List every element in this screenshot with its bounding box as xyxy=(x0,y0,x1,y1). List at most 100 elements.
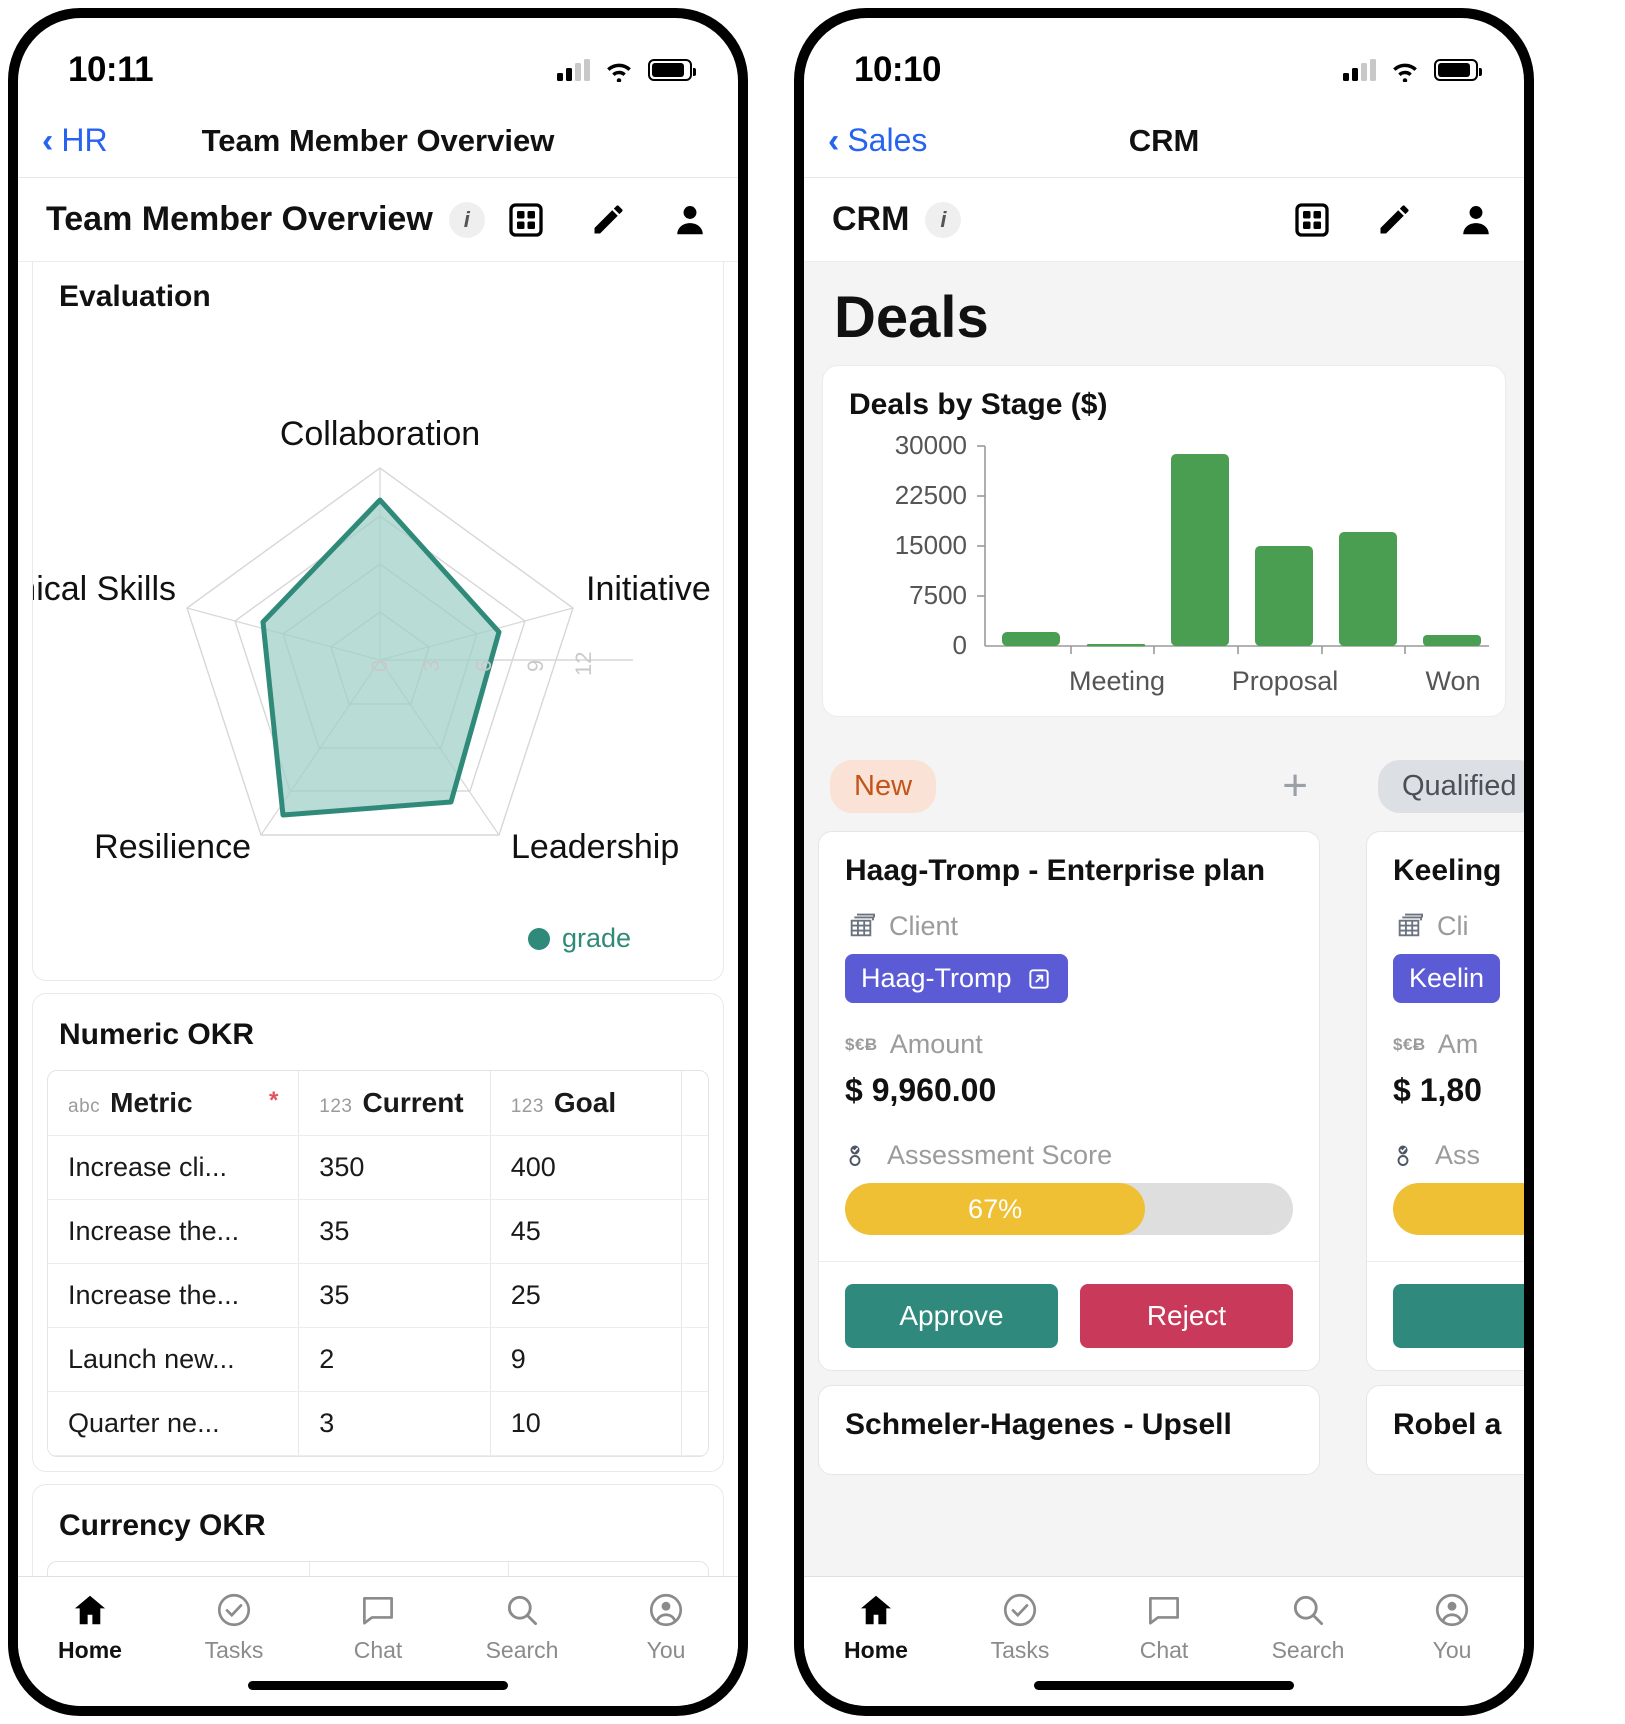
column-header-overflow[interactable] xyxy=(682,1071,708,1136)
radar-tick-6: 6 xyxy=(471,660,496,672)
bar-lead xyxy=(1002,632,1060,646)
tab-you[interactable]: You xyxy=(594,1591,738,1664)
deal-title: Haag-Tromp - Enterprise plan xyxy=(845,854,1293,888)
deal-card-body: Robel a xyxy=(1367,1386,1524,1474)
tab-label: Search xyxy=(486,1637,559,1664)
status-bar-left: 10:11 xyxy=(18,18,738,104)
table-row[interactable]: Quarter ne... 3 10 xyxy=(48,1392,708,1456)
scroll-body-left[interactable]: Evaluation xyxy=(18,262,738,1576)
status-icons xyxy=(557,58,692,82)
radar-tick-3: 3 xyxy=(419,660,444,672)
table-body: Increase cli... 350 400 Increase the... … xyxy=(48,1136,708,1456)
approve-button[interactable]: A xyxy=(1393,1284,1524,1348)
kanban-board[interactable]: New + Haag-Tromp - Enterprise plan xyxy=(804,733,1524,1489)
deal-title: Schmeler-Hagenes - Upsell xyxy=(845,1408,1293,1442)
assessment-progress-fill: 67% xyxy=(845,1183,1145,1235)
cellular-signal-icon xyxy=(557,59,590,81)
info-icon[interactable]: i xyxy=(449,202,485,238)
deal-card[interactable]: Schmeler-Hagenes - Upsell xyxy=(818,1385,1320,1475)
column-label: Metric xyxy=(110,1087,192,1118)
tab-tasks[interactable]: Tasks xyxy=(162,1591,306,1664)
radar-legend: grade xyxy=(528,923,631,954)
scroll-body-right[interactable]: Deals Deals by Stage ($) 30000 22500 150… xyxy=(804,262,1524,1576)
table-header-row: abcMetric* 123Current 123Goal xyxy=(48,1071,708,1136)
table-row[interactable]: Increase cli... 350 400 xyxy=(48,1136,708,1200)
client-link-pill[interactable]: Keelin xyxy=(1393,954,1500,1003)
phone-right: 10:10 ‹ Sales CRM CRM i xyxy=(794,8,1534,1716)
bar-won xyxy=(1423,635,1481,646)
pencil-icon[interactable] xyxy=(588,200,628,240)
plus-icon[interactable]: + xyxy=(1282,764,1326,808)
deal-card[interactable]: Haag-Tromp - Enterprise plan Client xyxy=(818,831,1320,1371)
bar-chart: 30000 22500 15000 7500 0 xyxy=(849,436,1479,706)
stage-chip-qualified[interactable]: Qualified xyxy=(1378,760,1524,813)
tab-label: Chat xyxy=(354,1637,403,1664)
client-link-pill[interactable]: Haag-Tromp xyxy=(845,954,1068,1003)
bar-proposal xyxy=(1255,546,1313,646)
cell-current: 350 xyxy=(299,1136,490,1200)
currency-okr-table[interactable] xyxy=(47,1561,709,1576)
cell-metric: Quarter ne... xyxy=(48,1392,299,1456)
pencil-icon[interactable] xyxy=(1374,200,1414,240)
chat-bubble-icon xyxy=(358,1591,398,1629)
tab-you[interactable]: You xyxy=(1380,1591,1524,1664)
deal-amount: $ 9,960.00 xyxy=(845,1072,1293,1109)
app-bar-right: CRM i xyxy=(804,178,1524,262)
deal-card-body: Schmeler-Hagenes - Upsell xyxy=(819,1386,1319,1474)
nav-title: Team Member Overview xyxy=(18,123,738,159)
deal-card-body: Keeling Cli xyxy=(1367,832,1524,1261)
cell-placeholder xyxy=(509,1562,708,1576)
tab-tasks[interactable]: Tasks xyxy=(948,1591,1092,1664)
tab-chat[interactable]: Chat xyxy=(306,1591,450,1664)
column-type-tag: 123 xyxy=(511,1096,544,1117)
back-button-hr[interactable]: ‹ HR xyxy=(42,122,108,159)
column-header-metric[interactable]: abcMetric* xyxy=(48,1071,299,1136)
tab-search[interactable]: Search xyxy=(450,1591,594,1664)
table-grid-icon xyxy=(1393,910,1425,942)
phone-left-screen: 10:11 ‹ HR Team Member Overview Team Mem… xyxy=(18,18,738,1706)
nav-bar-right: ‹ Sales CRM xyxy=(804,104,1524,178)
column-header-goal[interactable]: 123Goal xyxy=(490,1071,681,1136)
check-circle-icon xyxy=(214,1591,254,1629)
deal-card-actions: A xyxy=(1367,1261,1524,1370)
person-icon[interactable] xyxy=(1456,200,1496,240)
account-circle-icon xyxy=(646,1591,686,1629)
tab-home[interactable]: Home xyxy=(18,1591,162,1664)
xtick-won: Won xyxy=(1425,666,1480,696)
back-button-sales[interactable]: ‹ Sales xyxy=(828,122,927,159)
table-row[interactable]: Increase the... 35 45 xyxy=(48,1200,708,1264)
info-icon[interactable]: i xyxy=(925,202,961,238)
column-header-current[interactable]: 123Current xyxy=(299,1071,490,1136)
deal-card-actions: Approve Reject xyxy=(819,1261,1319,1370)
table-row[interactable]: Increase the... 35 25 xyxy=(48,1264,708,1328)
screenshot-root: 10:11 ‹ HR Team Member Overview Team Mem… xyxy=(0,0,1625,1724)
person-icon[interactable] xyxy=(670,200,710,240)
deal-card[interactable]: Keeling Cli xyxy=(1366,831,1524,1371)
table-row[interactable]: Launch new... 2 9 xyxy=(48,1328,708,1392)
grid-view-icon[interactable] xyxy=(506,200,546,240)
cell-current: 35 xyxy=(299,1200,490,1264)
battery-icon xyxy=(1434,59,1478,81)
deal-card[interactable]: Robel a xyxy=(1366,1385,1524,1475)
radio-list-icon xyxy=(1393,1139,1423,1171)
required-asterisk: * xyxy=(269,1087,278,1115)
field-label-text: Assessment Score xyxy=(887,1140,1112,1171)
chevron-left-icon: ‹ xyxy=(828,124,839,158)
numeric-okr-table[interactable]: abcMetric* 123Current 123Goal xyxy=(47,1070,709,1457)
stage-chip-new[interactable]: New xyxy=(830,760,936,813)
approve-button[interactable]: Approve xyxy=(845,1284,1058,1348)
tab-search[interactable]: Search xyxy=(1236,1591,1380,1664)
xtick-proposal: Proposal xyxy=(1232,666,1339,696)
tab-label: Home xyxy=(58,1637,122,1664)
currency-icon: $€Ƀ xyxy=(845,1035,878,1055)
radar-label-initiative: Initiative xyxy=(586,570,711,608)
reject-button[interactable]: Reject xyxy=(1080,1284,1293,1348)
tab-chat[interactable]: Chat xyxy=(1092,1591,1236,1664)
assessment-progress-bar xyxy=(1393,1183,1524,1235)
tab-home[interactable]: Home xyxy=(804,1591,948,1664)
ytick-7500: 7500 xyxy=(909,580,967,610)
app-bar-actions xyxy=(506,200,710,240)
tab-label: You xyxy=(1433,1637,1472,1664)
grid-view-icon[interactable] xyxy=(1292,200,1332,240)
kanban-column-header: New + xyxy=(804,751,1334,821)
